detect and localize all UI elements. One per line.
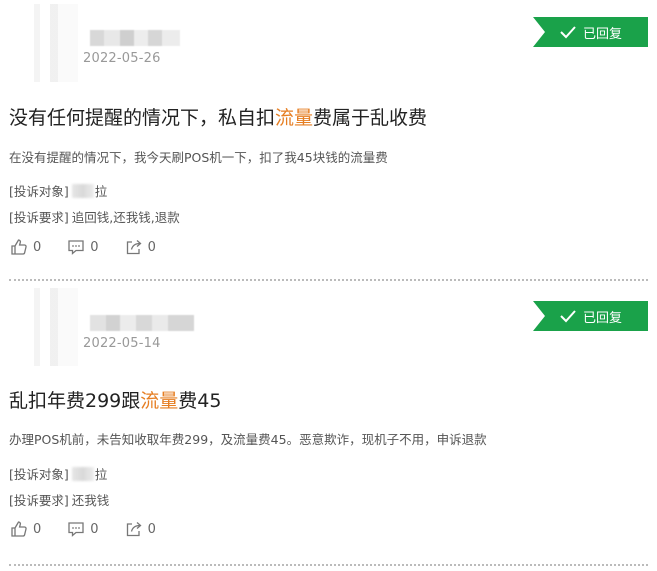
complaint-description: 办理POS机前，未告知收取年费299，及流量费45。恶意欺诈，现机子不用，申诉退…	[9, 432, 487, 447]
share-count: 0	[147, 239, 156, 255]
target-redacted	[71, 466, 94, 481]
comment-icon	[68, 522, 84, 537]
demand-value: 还我钱	[71, 493, 110, 508]
check-icon	[560, 26, 576, 39]
complaint-card[interactable]: 2022-05-26 已回复 没有任何提醒的情况下，私自扣流量费属于乱收费 在没…	[0, 0, 657, 284]
comment-icon	[68, 240, 84, 255]
title-highlight: 流量	[275, 107, 314, 129]
target-redacted	[71, 183, 94, 198]
complaint-target-row: [投诉对象] 拉	[9, 181, 107, 200]
share-icon	[126, 240, 142, 255]
post-date: 2022-05-14	[83, 336, 161, 351]
title-text-end: 费45	[178, 390, 222, 412]
share-icon	[126, 522, 142, 537]
comment-count: 0	[90, 239, 99, 255]
like-button[interactable]: 0	[10, 238, 41, 256]
status-text: 已回复	[582, 310, 622, 326]
complaint-description: 在没有提醒的情况下，我今天刷POS机一下，扣了我45块钱的流量费	[9, 150, 388, 165]
avatar	[0, 4, 78, 82]
share-button[interactable]: 0	[125, 520, 156, 538]
demand-label: [投诉要求]	[9, 210, 69, 225]
title-text: 没有任何提醒的情况下，私自扣	[9, 107, 276, 129]
like-count: 0	[33, 239, 42, 255]
target-label: [投诉对象]	[9, 467, 69, 482]
share-count: 0	[147, 521, 156, 537]
complaint-title[interactable]: 没有任何提醒的情况下，私自扣流量费属于乱收费	[9, 103, 427, 130]
target-value[interactable]: 拉	[95, 464, 108, 483]
complaint-card[interactable]: 2022-05-14 已回复 乱扣年费299跟流量费45 办理POS机前，未告知…	[0, 284, 657, 571]
comment-button[interactable]: 0	[67, 238, 99, 256]
thumbs-up-icon	[11, 239, 27, 255]
complaint-demand-row: [投诉要求] 追回钱,还我钱,退款	[9, 207, 180, 226]
username-redacted	[90, 315, 194, 331]
divider	[9, 564, 648, 566]
thumbs-up-icon	[11, 521, 27, 537]
complaint-demand-row: [投诉要求] 还我钱	[9, 490, 109, 509]
check-icon	[560, 310, 576, 323]
like-count: 0	[33, 521, 42, 537]
comment-count: 0	[90, 521, 99, 537]
comment-button[interactable]: 0	[67, 520, 99, 538]
demand-label: [投诉要求]	[9, 493, 69, 508]
title-highlight: 流量	[140, 390, 179, 412]
avatar	[0, 288, 78, 366]
title-text-end: 费属于乱收费	[313, 107, 428, 129]
post-date: 2022-05-26	[83, 51, 161, 66]
complaint-target-row: [投诉对象] 拉	[9, 464, 107, 483]
complaint-title[interactable]: 乱扣年费299跟流量费45	[9, 386, 221, 413]
like-button[interactable]: 0	[10, 520, 41, 538]
action-bar: 0 0 0	[10, 520, 156, 538]
title-text: 乱扣年费299跟	[9, 390, 141, 412]
demand-value: 追回钱,还我钱,退款	[71, 210, 180, 225]
target-value[interactable]: 拉	[95, 181, 108, 200]
username-redacted	[90, 30, 180, 46]
target-label: [投诉对象]	[9, 184, 69, 199]
status-badge: 已回复	[533, 301, 648, 331]
action-bar: 0 0 0	[10, 238, 156, 256]
share-button[interactable]: 0	[125, 238, 156, 256]
divider	[9, 279, 648, 281]
status-text: 已回复	[582, 26, 622, 42]
status-badge: 已回复	[533, 17, 648, 47]
